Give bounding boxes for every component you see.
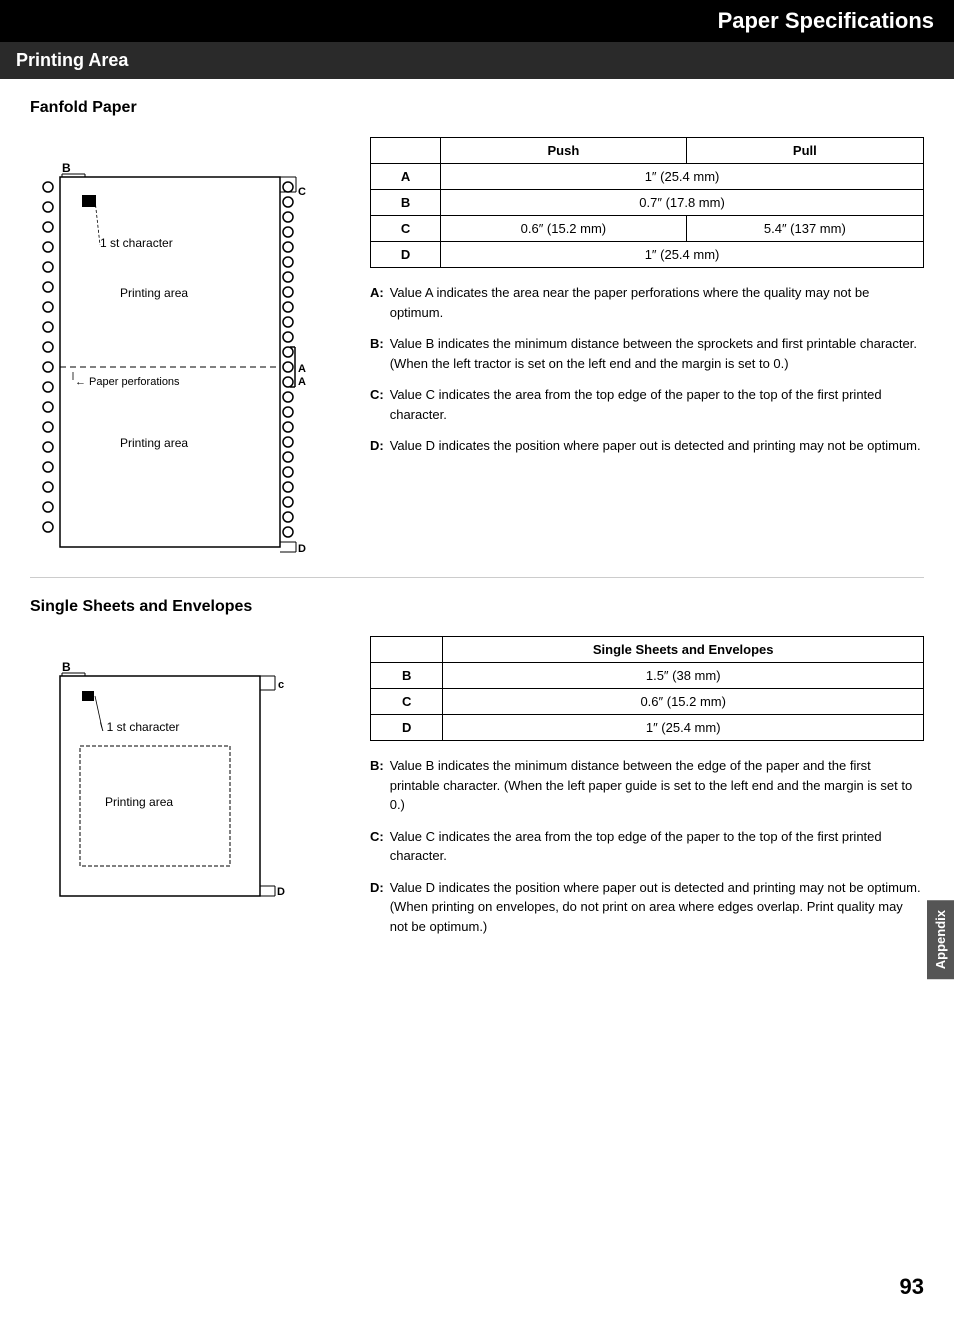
row-value-a: 1″ (25.4 mm): [441, 164, 924, 190]
ss-desc-b-text: Value B indicates the minimum distance b…: [390, 756, 924, 815]
table-row: B 1.5″ (38 mm): [371, 663, 924, 689]
ss-c-label: c: [278, 679, 284, 691]
ss-b-label: B: [62, 660, 71, 674]
diagram-b-label: B: [62, 161, 71, 175]
appendix-tab: Appendix: [927, 900, 954, 979]
ss-desc-d: D: Value D indicates the position where …: [370, 878, 924, 937]
push-header: Push: [441, 138, 687, 164]
single-sheet-svg: B c \ 1 st character Printing area: [30, 636, 330, 916]
ss-desc-c-text: Value C indicates the area from the top …: [390, 827, 924, 866]
table-row: D 1″ (25.4 mm): [371, 242, 924, 268]
ss-desc-b-label: B:: [370, 756, 384, 815]
diagram-first-char: 1 st character: [100, 236, 173, 250]
table-empty-header: [371, 138, 441, 164]
table-row: B 0.7″ (17.8 mm): [371, 190, 924, 216]
ss-desc-c: C: Value C indicates the area from the t…: [370, 827, 924, 866]
row-label-d: D: [371, 242, 441, 268]
section-bar: Printing Area: [0, 42, 954, 79]
table-row: C 0.6″ (15.2 mm) 5.4″ (137 mm): [371, 216, 924, 242]
fanfold-descriptions: A: Value A indicates the area near the p…: [370, 283, 924, 456]
page-number: 93: [900, 1274, 924, 1300]
single-sheets-subtitle: Single Sheets and Envelopes: [30, 598, 924, 616]
main-content: Fanfold Paper: [0, 79, 954, 988]
ss-row-label-d: D: [371, 715, 443, 741]
ss-col-header: Single Sheets and Envelopes: [443, 637, 924, 663]
desc-d-label: D:: [370, 436, 384, 456]
desc-d: D: Value D indicates the position where …: [370, 436, 924, 456]
ss-desc-d-label: D:: [370, 878, 384, 937]
fanfold-diagram: B 1 st character Printing area A A: [30, 137, 340, 557]
desc-b: B: Value B indicates the minimum distanc…: [370, 334, 924, 373]
ss-desc-b: B: Value B indicates the minimum distanc…: [370, 756, 924, 815]
diagram-printing-area-2: Printing area: [120, 436, 188, 450]
single-sheets-table-area: Single Sheets and Envelopes B 1.5″ (38 m…: [370, 636, 924, 948]
section-divider: [30, 577, 924, 578]
row-value-c-pull: 5.4″ (137 mm): [686, 216, 923, 242]
fanfold-subtitle: Fanfold Paper: [30, 99, 924, 117]
fanfold-section: B 1 st character Printing area A A: [30, 137, 924, 557]
row-value-c-push: 0.6″ (15.2 mm): [441, 216, 687, 242]
single-sheet-diagram: B c \ 1 st character Printing area: [30, 636, 340, 948]
row-label-c: C: [371, 216, 441, 242]
row-value-b: 0.7″ (17.8 mm): [441, 190, 924, 216]
desc-d-text: Value D indicates the position where pap…: [390, 436, 921, 456]
table-row: A 1″ (25.4 mm): [371, 164, 924, 190]
fanfold-specs-table: Push Pull A 1″ (25.4 mm) B 0.7″ (17.8 mm…: [370, 137, 924, 268]
row-label-b: B: [371, 190, 441, 216]
ss-row-value-b: 1.5″ (38 mm): [443, 663, 924, 689]
table-row: C 0.6″ (15.2 mm): [371, 689, 924, 715]
header-title: Paper Specifications: [718, 8, 934, 33]
desc-a: A: Value A indicates the area near the p…: [370, 283, 924, 322]
ss-row-value-d: 1″ (25.4 mm): [443, 715, 924, 741]
diagram-c-label: C: [298, 186, 306, 198]
desc-c-text: Value C indicates the area from the top …: [390, 385, 924, 424]
row-value-d: 1″ (25.4 mm): [441, 242, 924, 268]
diagram-perforations: ← Paper perforations: [75, 376, 180, 388]
ss-first-char: \ 1 st character: [100, 720, 179, 734]
diagram-printing-area-1: Printing area: [120, 286, 188, 300]
single-sheets-specs-table: Single Sheets and Envelopes B 1.5″ (38 m…: [370, 636, 924, 741]
fanfold-table-area: Push Pull A 1″ (25.4 mm) B 0.7″ (17.8 mm…: [370, 137, 924, 557]
single-sheets-section: B c \ 1 st character Printing area: [30, 636, 924, 948]
pull-header: Pull: [686, 138, 923, 164]
svg-text:A: A: [298, 376, 306, 388]
ss-printing-area: Printing area: [105, 795, 173, 809]
ss-desc-c-label: C:: [370, 827, 384, 866]
desc-b-label: B:: [370, 334, 384, 373]
page-header: Paper Specifications: [0, 0, 954, 42]
ss-d-label: D: [277, 886, 285, 898]
single-sheets-descriptions: B: Value B indicates the minimum distanc…: [370, 756, 924, 936]
desc-b-text: Value B indicates the minimum distance b…: [390, 334, 924, 373]
diagram-a-label: A: [298, 363, 306, 375]
ss-row-value-c: 0.6″ (15.2 mm): [443, 689, 924, 715]
fanfold-svg: B 1 st character Printing area A A: [30, 137, 330, 557]
ss-row-label-b: B: [371, 663, 443, 689]
row-label-a: A: [371, 164, 441, 190]
desc-a-text: Value A indicates the area near the pape…: [390, 283, 924, 322]
section-title: Printing Area: [16, 50, 128, 70]
desc-c: C: Value C indicates the area from the t…: [370, 385, 924, 424]
desc-a-label: A:: [370, 283, 384, 322]
ss-row-label-c: C: [371, 689, 443, 715]
diagram-d-label: D: [298, 543, 306, 555]
ss-empty-header: [371, 637, 443, 663]
table-row: D 1″ (25.4 mm): [371, 715, 924, 741]
desc-c-label: C:: [370, 385, 384, 424]
ss-desc-d-text: Value D indicates the position where pap…: [390, 878, 924, 937]
